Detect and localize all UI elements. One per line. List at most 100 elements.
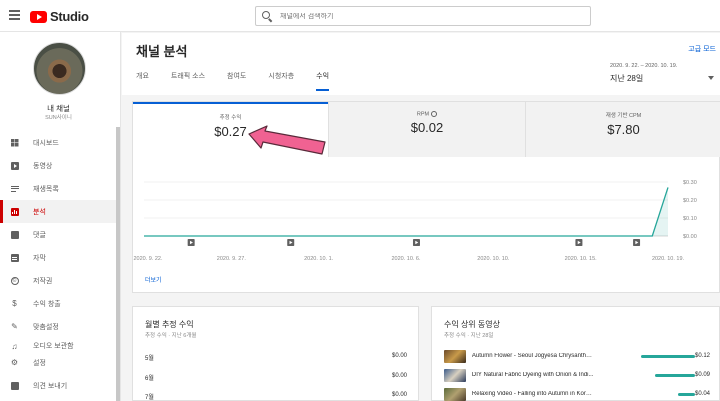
- x-tick-label: 2020. 10. 15.: [565, 256, 598, 262]
- sidebar-item-label: 설정: [33, 359, 46, 367]
- list-item[interactable]: DIY Natural Fabric Dyeing with Onion & I…: [444, 368, 710, 382]
- revenue-line-chart: $0.30 $0.20 $0.10 $0.00 2020. 9. 22. 2020. 9.…: [133, 180, 697, 262]
- sidebar-item-label: 동영상: [33, 162, 53, 170]
- video-revenue: $0.12: [694, 353, 710, 359]
- y-tick-label: $0.00: [683, 234, 697, 240]
- sidebar-item-monetization[interactable]: $ 수익 창출: [0, 292, 117, 315]
- video-thumbnail[interactable]: [444, 349, 466, 363]
- table-row: 7월 $0.00: [145, 392, 407, 401]
- y-tick-label: $0.20: [683, 198, 697, 204]
- search-icon[interactable]: [262, 11, 272, 21]
- card-title: 수익 상위 동영상: [444, 320, 500, 329]
- tab-overview[interactable]: 개요: [136, 69, 149, 91]
- youtube-studio-logo[interactable]: Studio: [30, 9, 89, 24]
- monthly-revenue-card: 월별 추정 수익 추정 수익 · 지난 6개월 5월 $0.00 6월 $0.0…: [132, 306, 419, 401]
- page-title: 채널 분석: [136, 44, 188, 59]
- sidebar-item-customization[interactable]: ✎ 맞춤설정: [0, 315, 117, 338]
- sidebar-item-subtitles[interactable]: 자막: [0, 246, 117, 269]
- month-label: 5월: [145, 356, 154, 362]
- sidebar-item-label: 맞춤설정: [33, 323, 59, 331]
- card-subtitle: 추정 수익 · 지난 6개월: [145, 333, 197, 339]
- video-thumbnail[interactable]: [444, 387, 466, 401]
- chevron-down-icon[interactable]: [708, 76, 714, 80]
- sidebar-scrollbar[interactable]: [116, 127, 120, 401]
- month-label: 7월: [145, 395, 154, 401]
- sidebar-item-dashboard[interactable]: 대시보드: [0, 131, 117, 154]
- tab-engagement[interactable]: 참여도: [227, 69, 246, 91]
- list-item[interactable]: Relaxing Video - Falling into Autumn in …: [444, 387, 710, 401]
- sidebar-item-settings[interactable]: ⚙ 설정: [0, 351, 117, 374]
- x-tick-label: 2020. 9. 27.: [217, 256, 247, 262]
- sidebar-item-label: 분석: [33, 208, 46, 216]
- month-value: $0.00: [391, 392, 407, 398]
- tab-revenue[interactable]: 수익: [316, 69, 330, 91]
- video-revenue: $0.04: [694, 391, 710, 397]
- channel-avatar[interactable]: [33, 42, 86, 95]
- x-tick-label: 2020. 9. 22.: [133, 256, 163, 262]
- metric-label-text: RPM: [416, 111, 430, 118]
- search-input[interactable]: [280, 12, 580, 20]
- revenue-share-bar: [638, 392, 695, 396]
- youtube-logo-icon: [30, 10, 47, 23]
- sidebar-item-label: 댓글: [33, 231, 46, 239]
- card-subtitle: 추정 수익 · 지난 28일: [444, 333, 494, 339]
- y-tick-label: $0.30: [683, 180, 697, 186]
- top-videos-card: 수익 상위 동영상 추정 수익 · 지난 28일 Autumn Flower -…: [431, 306, 720, 401]
- metric-playback-cpm[interactable]: 재생 기반 CPM $7.80: [525, 102, 720, 157]
- advanced-mode-link[interactable]: 고급 모드: [688, 44, 716, 54]
- y-tick-label: $0.10: [683, 216, 697, 222]
- metric-rpm[interactable]: RPM $0.02: [328, 102, 525, 157]
- list-item[interactable]: Autumn Flower - Seoul Jogyesa Chrysanthe…: [444, 349, 710, 363]
- sidebar: 내 채널 SUN사이니 대시보드 동영상 재생목록 분석 댓글 자막 © 저작권: [0, 32, 121, 401]
- subtitles-icon: [10, 253, 19, 262]
- sidebar-item-feedback[interactable]: 의견 보내기: [0, 374, 117, 397]
- sidebar-item-comments[interactable]: 댓글: [0, 223, 117, 246]
- metric-label: 재생 기반 CPM: [605, 113, 642, 119]
- sidebar-item-label: 의견 보내기: [33, 382, 68, 390]
- metric-value: $0.02: [410, 120, 444, 136]
- sidebar-item-label: 수익 창출: [33, 300, 61, 308]
- video-thumbnail[interactable]: [444, 368, 466, 382]
- date-range-selector[interactable]: 지난 28일: [610, 73, 643, 84]
- copyright-icon: ©: [10, 276, 19, 285]
- series-line: [144, 187, 669, 237]
- sidebar-item-label: 자막: [33, 254, 46, 262]
- sidebar-item-analytics[interactable]: 분석: [0, 200, 117, 223]
- info-icon[interactable]: [431, 111, 438, 117]
- top-bar: Studio: [0, 0, 720, 32]
- channel-handle: SUN사이니: [45, 115, 72, 121]
- x-tick-label: 2020. 10. 1.: [304, 256, 334, 262]
- see-more-link[interactable]: 더보기: [145, 275, 162, 284]
- wand-icon: ✎: [11, 322, 18, 331]
- sidebar-item-label: 재생목록: [33, 185, 59, 193]
- analytics-header: 채널 분석 고급 모드 개요 트래픽 소스 참여도 시청자층 수익 2020. …: [122, 33, 720, 95]
- menu-icon[interactable]: [9, 10, 20, 20]
- x-tick-label: 2020. 10. 10.: [477, 256, 510, 262]
- search-box[interactable]: [255, 6, 591, 26]
- sidebar-bottom: ⚙ 설정 의견 보내기: [0, 351, 117, 397]
- x-tick-label: 2020. 10. 6.: [391, 256, 421, 262]
- video-title[interactable]: Autumn Flower - Seoul Jogyesa Chrysanthe…: [472, 353, 594, 359]
- playlist-icon: [10, 184, 19, 193]
- studio-label: Studio: [50, 9, 89, 24]
- tab-audience[interactable]: 시청자층: [268, 69, 294, 91]
- metric-label: RPM: [329, 111, 525, 117]
- series-area: [144, 187, 668, 236]
- table-row: 6월 $0.00: [145, 373, 407, 382]
- video-title[interactable]: DIY Natural Fabric Dyeing with Onion & I…: [472, 372, 594, 378]
- video-title[interactable]: Relaxing Video - Falling into Autumn in …: [472, 391, 594, 397]
- sidebar-item-copyright[interactable]: © 저작권: [0, 269, 117, 292]
- metric-value: $7.80: [607, 122, 640, 137]
- feedback-icon: [10, 381, 19, 390]
- tab-traffic-source[interactable]: 트래픽 소스: [171, 69, 205, 91]
- sidebar-item-label: 저작권: [33, 277, 53, 285]
- dollar-icon: $: [12, 299, 17, 308]
- revenue-share-bar: [638, 354, 695, 358]
- gear-icon: ⚙: [10, 358, 19, 367]
- x-tick-label: 2020. 10. 19.: [652, 256, 685, 262]
- card-title: 월별 추정 수익: [145, 320, 194, 329]
- month-label: 6월: [145, 376, 154, 382]
- date-range-text: 2020. 9. 22. – 2020. 10. 19.: [610, 63, 678, 69]
- sidebar-item-videos[interactable]: 동영상: [0, 154, 117, 177]
- sidebar-item-playlists[interactable]: 재생목록: [0, 177, 117, 200]
